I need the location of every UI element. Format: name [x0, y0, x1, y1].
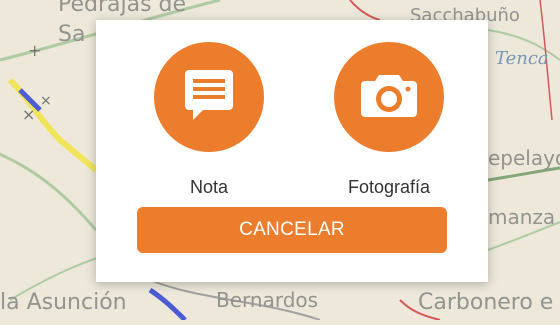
photo-option-label: Fotografía: [347, 177, 431, 197]
note-icon: [183, 68, 235, 127]
note-option-label: Nota: [189, 177, 229, 197]
photo-option-circle[interactable]: [334, 42, 444, 152]
note-option-button[interactable]: Nota: [144, 42, 274, 212]
camera-icon: [359, 71, 419, 124]
note-option-circle[interactable]: [154, 42, 264, 152]
photo-option-button[interactable]: Fotografía: [324, 42, 454, 212]
cancel-button[interactable]: CANCELAR: [137, 207, 447, 253]
add-content-dialog: Nota Fotografía CANCELAR: [96, 20, 488, 282]
